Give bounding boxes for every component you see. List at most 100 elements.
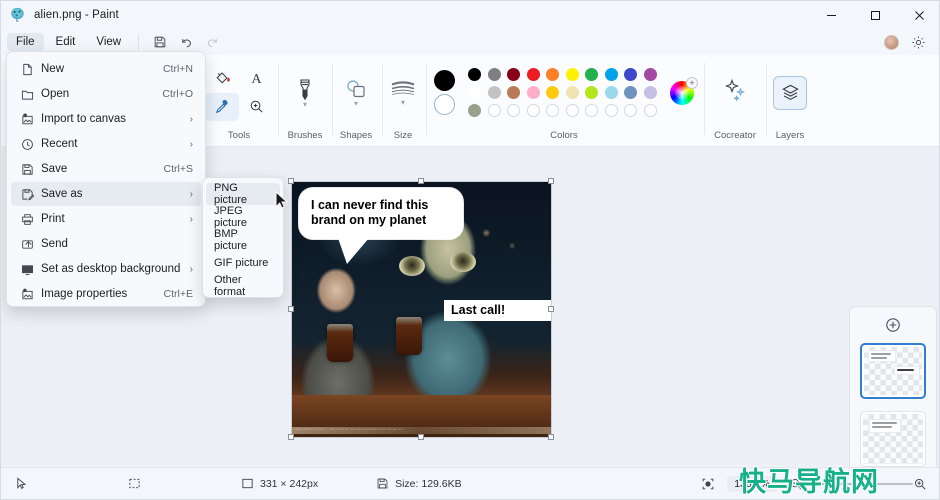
zoom-slider-thumb[interactable] (825, 477, 830, 490)
color-swatch-r1c3[interactable] (507, 68, 521, 81)
color-swatch-r3c7[interactable] (585, 104, 599, 117)
menu-view[interactable]: View (87, 33, 130, 51)
color-swatch-r1c10[interactable] (643, 68, 657, 81)
resize-handle-e[interactable] (548, 306, 554, 312)
fit-to-window-icon[interactable] (701, 477, 715, 491)
redo-icon[interactable] (199, 32, 225, 52)
color-swatch-r3c2[interactable] (487, 104, 501, 117)
color-swatch-r2c9[interactable] (624, 86, 638, 99)
magnifier-icon[interactable] (239, 93, 273, 121)
file-menu-item-save[interactable]: Save Ctrl+S (11, 157, 201, 181)
color-swatch-r2c7[interactable] (585, 86, 599, 99)
zoom-slider-track (803, 482, 913, 485)
size-button[interactable]: ▾ (390, 79, 416, 107)
zoom-out-button[interactable] (789, 477, 803, 491)
file-menu-item-set-as-desktop-background[interactable]: Set as desktop background › (11, 257, 201, 281)
resize-handle-se[interactable] (548, 434, 554, 440)
color-swatch-r3c5[interactable] (546, 104, 560, 117)
color-swatch-r3c6[interactable] (565, 104, 579, 117)
layers-button[interactable] (773, 75, 807, 110)
eyedropper-icon[interactable] (205, 92, 239, 121)
zoom-slider[interactable] (803, 477, 913, 491)
avatar[interactable] (884, 34, 899, 50)
close-button[interactable] (897, 1, 939, 29)
layer-thumb-2[interactable] (860, 411, 926, 467)
file-menu-item-image-properties[interactable]: Image properties Ctrl+E (11, 282, 201, 306)
brushes-button[interactable]: ▾ (294, 77, 316, 109)
layer-thumb-1[interactable] (860, 343, 926, 399)
submenu-item-bmp[interactable]: BMP picture (206, 228, 280, 252)
file-menu-item-recent[interactable]: Recent › (11, 132, 201, 156)
undo-icon[interactable] (173, 32, 199, 52)
zoom-in-button[interactable] (913, 477, 927, 491)
color-wheel-icon[interactable]: + (670, 76, 698, 105)
resize-handle-s[interactable] (418, 434, 424, 440)
submenu-item-jpeg[interactable]: JPEG picture (206, 205, 280, 229)
color-swatch-r3c3[interactable] (507, 104, 521, 117)
color-swatch-r2c2[interactable] (487, 86, 501, 99)
color-swatch-r1c8[interactable] (604, 68, 618, 81)
shapes-content: ▾ (344, 55, 368, 130)
save-as-icon (21, 188, 41, 201)
color-swatch-r3c8[interactable] (604, 104, 618, 117)
color-swatch-r1c6[interactable] (565, 68, 579, 81)
color-swatch-r3c4[interactable] (526, 104, 540, 117)
resize-handle-nw[interactable] (288, 178, 294, 184)
paint-app-icon (11, 7, 24, 22)
group-size: ▾ Size (384, 55, 422, 147)
speech-bubble[interactable]: I can never find this brand on my planet (299, 188, 463, 239)
file-menu-label: Save (41, 163, 68, 175)
color-swatch-r3c1[interactable] (468, 104, 482, 117)
color-swatch-r1c2[interactable] (487, 68, 501, 81)
shapes-button[interactable]: ▾ (344, 78, 368, 108)
color-swatch-r1c7[interactable] (585, 68, 599, 81)
color-swatch-r2c10[interactable] (643, 86, 657, 99)
resize-handle-w[interactable] (288, 306, 294, 312)
color-swatch-r2c1[interactable] (468, 86, 482, 99)
save-icon[interactable] (147, 32, 173, 52)
cocreator-button[interactable] (722, 77, 748, 108)
color-swatch-r3c10[interactable] (643, 104, 657, 117)
text-icon[interactable]: A (239, 65, 273, 93)
file-menu-item-import-to-canvas[interactable]: Import to canvas › (11, 107, 201, 131)
menu-edit[interactable]: Edit (47, 33, 85, 51)
color-swatch-r3c9[interactable] (624, 104, 638, 117)
file-menu-item-print[interactable]: Print › (11, 207, 201, 231)
image-canvas[interactable]: stable diffusion prompt — alien at the b… (288, 178, 554, 440)
submenu-item-other-format[interactable]: Other format (206, 274, 280, 298)
secondary-color-swatch[interactable] (434, 94, 455, 115)
color-swatch-r2c3[interactable] (507, 86, 521, 99)
color-swatch-r2c8[interactable] (604, 86, 618, 99)
title-bar: alien.png - Paint (1, 1, 939, 29)
gear-icon[interactable] (905, 32, 931, 52)
minimize-button[interactable] (809, 1, 853, 29)
file-menu-item-open[interactable]: Open Ctrl+O (11, 82, 201, 106)
maximize-button[interactable] (853, 1, 897, 29)
file-menu-item-new[interactable]: New Ctrl+N (11, 57, 201, 81)
submenu-item-png[interactable]: PNG picture (206, 182, 280, 206)
color-swatch-r2c6[interactable] (565, 86, 579, 99)
file-menu-label: Import to canvas (41, 113, 127, 125)
file-menu-label: Set as desktop background (41, 263, 181, 275)
color-swatch-r2c4[interactable] (526, 86, 540, 99)
submenu-item-gif[interactable]: GIF picture (206, 252, 280, 274)
zoom-level[interactable]: 138.5% (727, 475, 777, 492)
color-swatch-r1c1[interactable] (468, 68, 482, 81)
canvas-size-icon (242, 478, 253, 489)
fill-bucket-icon[interactable] (205, 65, 239, 93)
add-layer-button[interactable] (850, 307, 936, 343)
color-swatch-r1c4[interactable] (526, 68, 540, 81)
color-swatch-r2c5[interactable] (546, 86, 560, 99)
resize-handle-n[interactable] (418, 178, 424, 184)
resize-handle-sw[interactable] (288, 434, 294, 440)
resize-handle-ne[interactable] (548, 178, 554, 184)
color-swatch-r1c9[interactable] (624, 68, 638, 81)
caption-text[interactable]: Last call! (444, 300, 551, 321)
color-swatch-r1c5[interactable] (546, 68, 560, 81)
file-menu-item-send[interactable]: Send (11, 232, 201, 256)
primary-color-swatch[interactable] (434, 70, 455, 91)
open-folder-icon (21, 88, 41, 101)
ribbon-divider-6 (766, 63, 767, 135)
file-menu-item-save-as[interactable]: Save as › (11, 182, 201, 206)
menu-file[interactable]: File (7, 33, 44, 51)
